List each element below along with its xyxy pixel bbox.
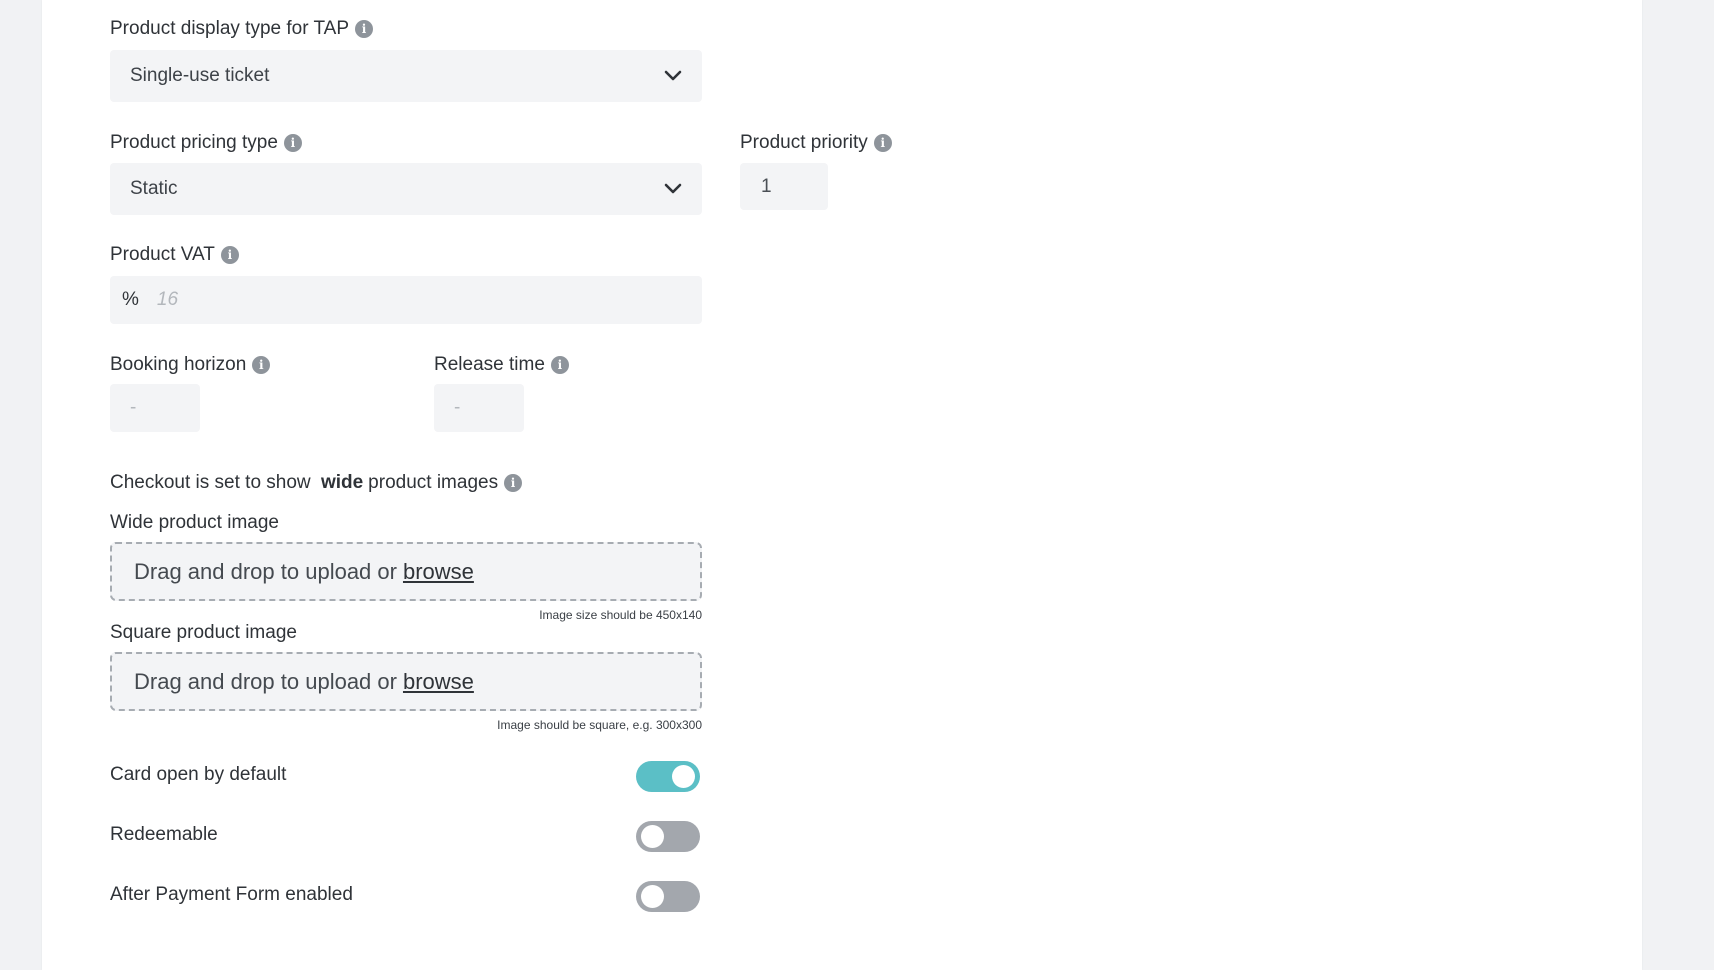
toggle-knob [641,885,664,908]
info-icon[interactable]: i [550,356,569,374]
toggle-knob [641,825,664,848]
wide-image-hint: Image size should be 450x140 [539,608,702,622]
info-icon[interactable]: i [504,474,523,492]
vat-label: Product VAT i [110,244,239,266]
toggle-label-after-payment: After Payment Form enabled [110,884,353,905]
square-image-hint: Image should be square, e.g. 300x300 [497,718,702,732]
priority-input[interactable]: 1 [740,163,828,210]
vat-placeholder: 16 [156,289,179,310]
after-payment-toggle[interactable] [636,881,700,912]
info-icon[interactable]: i [252,356,271,374]
info-icon[interactable]: i [355,20,374,38]
vat-input[interactable]: % 16 [110,276,702,324]
info-icon[interactable]: i [220,246,239,264]
card-open-toggle[interactable] [636,761,700,792]
toggle-knob [672,765,695,788]
checkout-note: Checkout is set to show wide product ima… [110,472,523,494]
info-icon[interactable]: i [873,134,892,152]
info-icon[interactable]: i [283,134,302,152]
display-type-label: Product display type for TAP i [110,18,374,40]
percent-prefix: % [122,289,139,310]
booking-horizon-input[interactable]: - [110,384,200,432]
display-type-select[interactable]: Single-use ticket [110,50,702,102]
toggle-label-redeemable: Redeemable [110,824,218,845]
redeemable-toggle[interactable] [636,821,700,852]
toggle-label-card-open: Card open by default [110,764,287,785]
display-type-value: Single-use ticket [130,65,270,86]
wide-image-dropzone[interactable]: Drag and drop to upload or browse [110,542,702,601]
square-image-label: Square product image [110,622,297,643]
chevron-down-icon [664,70,682,81]
square-image-dropzone[interactable]: Drag and drop to upload or browse [110,652,702,711]
pricing-type-select[interactable]: Static [110,163,702,215]
pricing-type-label: Product pricing type i [110,132,302,154]
browse-link[interactable]: browse [403,669,474,695]
booking-horizon-label: Booking horizon i [110,354,271,376]
release-time-label: Release time i [434,354,569,376]
product-settings-card: Product display type for TAP i Single-us… [42,0,1642,970]
wide-image-label: Wide product image [110,512,279,533]
browse-link[interactable]: browse [403,559,474,585]
priority-label: Product priority i [740,132,892,154]
pricing-type-value: Static [130,178,178,199]
release-time-input[interactable]: - [434,384,524,432]
chevron-down-icon [664,183,682,194]
